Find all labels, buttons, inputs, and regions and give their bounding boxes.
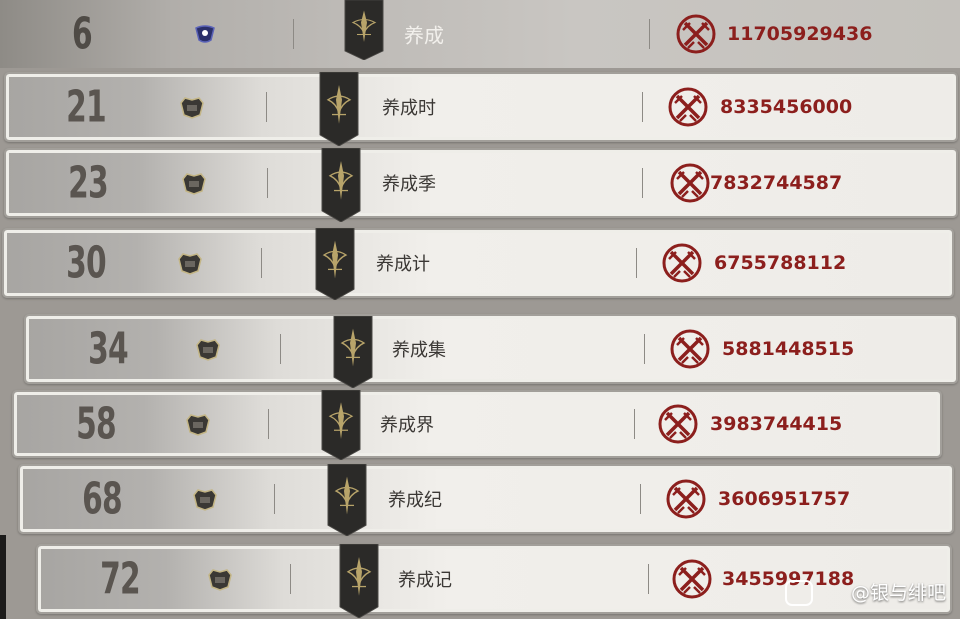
crossed-swords-icon [664, 477, 708, 521]
column-divider [642, 92, 643, 122]
tieba-logo-icon [785, 580, 813, 606]
column-divider [267, 168, 268, 198]
combat-power: 5881448515 [722, 338, 855, 360]
guild-name: 养成计 [376, 254, 430, 275]
guild-crest-icon [194, 337, 222, 361]
guild-crest-icon [191, 487, 219, 511]
crossed-swords-icon [674, 12, 718, 56]
watermark: @银与绯吧 [850, 582, 946, 604]
column-divider [640, 484, 641, 514]
column-divider [268, 409, 269, 439]
column-divider [293, 19, 294, 49]
ranking-row[interactable]: 68 养成纪 3606951757 [18, 464, 954, 534]
column-divider [642, 168, 643, 198]
combat-power: 3983744415 [710, 413, 843, 435]
column-divider [261, 248, 262, 278]
guild-name: 养成时 [382, 98, 436, 119]
crossed-swords-icon [668, 327, 712, 371]
guild-name: 养成界 [380, 415, 434, 436]
combat-power: 3606951757 [718, 488, 851, 510]
guild-name: 养成季 [382, 174, 436, 195]
column-divider [274, 484, 275, 514]
guild-crest-icon [176, 251, 204, 275]
guild-name: 养成纪 [388, 490, 442, 511]
ranking-row[interactable]: 72 养成记 3455997188 [36, 544, 952, 614]
ranking-row[interactable]: 23 养成季 7832744587 [4, 148, 958, 218]
crossed-swords-icon [666, 85, 710, 129]
ranking-row[interactable]: 58 养成界 3983744415 [12, 390, 942, 458]
ranking-row[interactable]: 30 养成计 6755788112 [2, 228, 954, 298]
column-divider [636, 248, 637, 278]
column-divider [644, 334, 645, 364]
ranking-row[interactable]: 34 养成集 5881448515 [24, 314, 958, 384]
crossed-swords-icon [656, 402, 700, 446]
rank-number: 21 [66, 81, 107, 133]
column-divider [634, 409, 635, 439]
screen-edge [0, 535, 6, 619]
rank-number: 30 [66, 237, 107, 289]
crossed-swords-icon [670, 557, 714, 601]
guild-banner-icon [320, 148, 362, 222]
column-divider [266, 92, 267, 122]
guild-banner-icon [314, 228, 356, 300]
column-divider [280, 334, 281, 364]
ranking-row[interactable]: 21 养成时 8335456000 [4, 72, 958, 142]
guild-crest-icon [195, 25, 215, 43]
guild-crest-icon [206, 567, 234, 591]
guild-banner-icon [338, 544, 380, 618]
combat-power: 11705929436 [727, 23, 873, 45]
guild-banner-icon [343, 0, 385, 60]
guild-crest-icon [180, 171, 208, 195]
combat-power: 8335456000 [720, 96, 853, 118]
guild-crest-icon [184, 412, 212, 436]
rank-number: 72 [100, 553, 141, 605]
rank-number: 58 [76, 398, 117, 450]
guild-crest-icon [178, 95, 206, 119]
guild-banner-icon [320, 390, 362, 460]
column-divider [649, 19, 650, 49]
guild-banner-icon [332, 316, 374, 388]
combat-power: 7832744587 [710, 172, 843, 194]
rank-number: 23 [68, 157, 109, 209]
guild-name: 养成 [404, 23, 444, 48]
rank-number: 6 [72, 8, 93, 60]
ranking-row[interactable]: 6 养成 11705929436 [0, 0, 960, 68]
crossed-swords-icon [660, 241, 704, 285]
guild-banner-icon [318, 72, 360, 146]
combat-power: 6755788112 [714, 252, 847, 274]
rank-number: 68 [82, 473, 123, 525]
crossed-swords-icon [668, 161, 712, 205]
rank-number: 34 [88, 323, 129, 375]
column-divider [290, 564, 291, 594]
guild-banner-icon [326, 464, 368, 536]
guild-name: 养成记 [398, 570, 452, 591]
column-divider [648, 564, 649, 594]
guild-name: 养成集 [392, 340, 446, 361]
